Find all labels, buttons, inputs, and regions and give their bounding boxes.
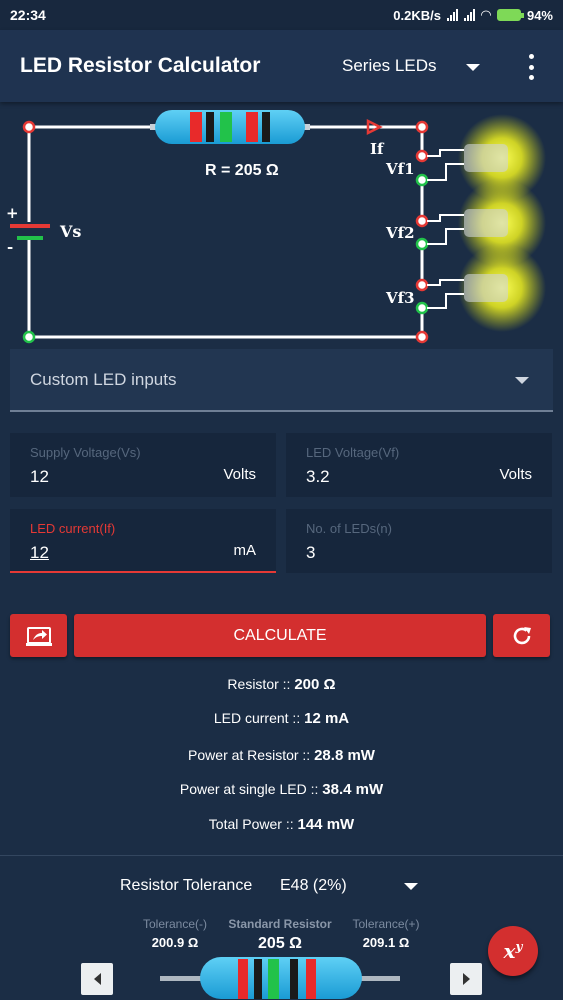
tolerance-label: Resistor Tolerance [120,877,253,894]
result-total-power-label: Total Power :: [208,816,298,832]
reset-button[interactable] [493,614,550,657]
result-led-current-label: LED current :: [213,710,305,726]
tolerance-plus-caption: Tolerance(+) [352,917,420,931]
supply-voltage-field[interactable]: Supply Voltage(Vs) 12 Volts [10,433,276,497]
tolerance-minus-value: 200.9 Ω [151,935,199,950]
circuit-nodes [22,120,429,344]
battery-source-icon [10,224,50,240]
mode-dropdown-icon[interactable] [466,64,480,71]
standard-resistor-icon [160,957,400,999]
share-button[interactable] [10,614,67,657]
wifi-icon: ◠ [480,7,491,22]
led-count-field[interactable]: No. of LEDs(n) 3 [286,509,552,573]
result-power-resistor: Power at Resistor :: 28.8 mW [0,747,563,764]
overflow-menu-icon[interactable] [526,54,536,80]
supply-label: Vs [60,222,82,241]
network-speed: 0.2KB/s [393,7,441,23]
calculate-button[interactable]: CALCULATE [74,614,486,657]
status-right: 0.2KB/s ◠ 94% [393,7,553,23]
tolerance-dropdown-icon[interactable] [404,883,418,890]
led-1-voltage-label: Vf1 [386,160,415,178]
led-3-icon [427,244,546,332]
share-icon [25,626,52,646]
led-current-label: LED current(If) [30,521,116,536]
app-bar: LED Resistor Calculator Series LEDs [0,30,563,102]
led-voltage-input[interactable]: 3.2 [306,467,330,487]
led-count-input[interactable]: 3 [306,543,315,563]
signal-icon-2 [463,9,475,21]
led-count-label: No. of LEDs(n) [306,521,392,536]
result-power-resistor-value: 28.8 mW [314,747,375,764]
battery-level: 94% [526,7,553,23]
supply-voltage-unit: Volts [223,466,256,483]
next-resistor-button[interactable] [450,963,482,995]
mode-select[interactable]: Series LEDs [342,56,436,76]
result-power-led-value: 38.4 mW [322,781,384,798]
circuit-diagram: R = 205 Ω If Vs + - Vf1 Vf2 Vf3 [0,102,563,347]
chevron-left-icon [93,973,101,985]
led-current-unit: mA [233,542,257,559]
current-label: If [370,140,384,158]
signal-icon [446,9,458,21]
supply-voltage-label: Supply Voltage(Vs) [30,445,141,460]
tolerance-plus-value: 209.1 Ω [362,935,410,950]
supply-voltage-input[interactable]: 12 [30,467,49,487]
tolerance-minus-caption: Tolerance(-) [142,917,208,931]
led-type-dropdown-icon[interactable] [515,377,529,384]
result-total-power: Total Power :: 144 mW [0,816,563,833]
chevron-right-icon [462,973,470,985]
resistor-icon [150,110,310,144]
tolerance-select[interactable]: E48 (2%) [280,877,347,895]
circuit-svg [10,110,546,344]
battery-icon [496,9,524,21]
led-current-input[interactable]: 12 [30,543,49,563]
led-type-value: Custom LED inputs [30,370,177,389]
status-time: 22:34 [10,7,46,23]
result-power-led-label: Power at single LED :: [179,781,323,797]
status-bar: 22:34 0.2KB/s ◠ 94% [0,0,563,30]
plus-label: + [6,204,19,222]
standard-resistor-caption: Standard Resistor [228,917,332,931]
result-power-resistor-label: Power at Resistor :: [188,747,315,763]
result-led-current-value: 12 mA [304,710,350,727]
led-voltage-field[interactable]: LED Voltage(Vf) 3.2 Volts [286,433,552,497]
previous-resistor-button[interactable] [81,963,113,995]
power-function-icon: xy [503,939,523,963]
led-type-dropdown[interactable]: Custom LED inputs [10,349,553,412]
result-resistor: Resistor :: 200 Ω [0,676,563,693]
led-voltage-label: LED Voltage(Vf) [306,445,400,460]
led-2-voltage-label: Vf2 [386,224,415,242]
result-led-current: LED current :: 12 mA [0,710,563,727]
result-resistor-value: 200 Ω [294,676,336,693]
led-current-field[interactable]: LED current(If) 12 mA [10,509,276,573]
result-resistor-label: Resistor :: [227,676,295,692]
refresh-icon [513,626,531,644]
result-total-power-value: 144 mW [297,816,355,833]
circuit-wires [27,125,424,339]
led-3-voltage-label: Vf3 [386,289,415,307]
standard-resistor-value: 205 Ω [258,935,302,952]
section-divider [0,855,563,856]
minus-label: - [7,238,14,256]
result-power-led: Power at single LED :: 38.4 mW [0,781,563,798]
calculator-fab[interactable]: xy [488,926,538,976]
led-voltage-unit: Volts [499,466,532,483]
app-title: LED Resistor Calculator [20,54,261,77]
resistor-value-label: R = 205 Ω [205,162,279,179]
